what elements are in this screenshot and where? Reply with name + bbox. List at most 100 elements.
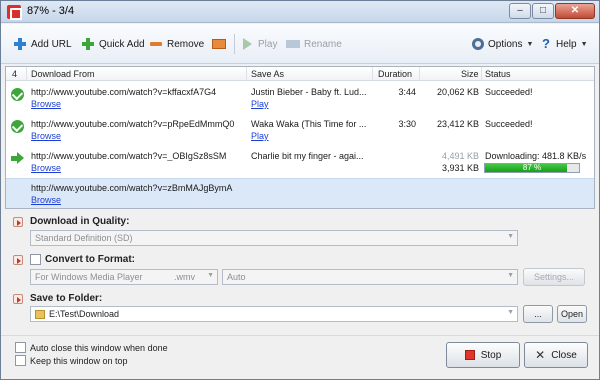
keep-on-top-checkbox[interactable]	[15, 355, 26, 366]
window-title: 87% - 3/4	[27, 5, 75, 17]
browse-link[interactable]: Browse	[31, 99, 61, 109]
column-divider	[246, 67, 247, 81]
success-check-icon	[11, 120, 24, 133]
close-button[interactable]: ✕ Close	[524, 342, 588, 368]
keep-on-top-label: Keep this window on top	[30, 356, 128, 366]
stop-square-icon	[212, 39, 226, 49]
save-as-name: Waka Waka (This Time for ...	[251, 119, 367, 129]
browse-link[interactable]: Browse	[31, 163, 61, 173]
status-text: Succeeded!	[485, 119, 533, 129]
quick-add-icon	[81, 37, 95, 51]
download-url: http://www.youtube.com/watch?v=pRpeEdMmm…	[31, 119, 235, 129]
format-preset-value: Auto	[227, 272, 246, 282]
options-label: Options	[488, 38, 523, 50]
column-duration[interactable]: Duration	[378, 69, 412, 79]
file-size: 23,412 KB	[436, 119, 479, 129]
folder-expander-icon[interactable]	[13, 294, 23, 304]
play-link[interactable]: Play	[251, 131, 269, 141]
progress-text: 87 %	[522, 163, 542, 172]
remove-button[interactable]: Remove	[149, 36, 204, 52]
play-button[interactable]: Play	[240, 36, 277, 52]
open-folder-button[interactable]: Open	[557, 305, 587, 323]
download-url: http://www.youtube.com/watch?v=_OBIgSz8s…	[31, 151, 227, 161]
help-icon: ?	[542, 36, 550, 51]
success-check-icon	[11, 88, 24, 101]
format-select[interactable]: For Windows Media Player .wmv ▼	[30, 269, 218, 285]
download-window: 87% - 3/4 – □ ✕ Add URL Quick Add Remove…	[0, 0, 600, 380]
stop-all-button[interactable]	[212, 36, 226, 52]
column-divider	[419, 67, 420, 81]
convert-checkbox[interactable]	[30, 254, 41, 265]
folder-icon	[35, 310, 45, 319]
remove-label: Remove	[167, 38, 205, 50]
options-menu-button[interactable]: Options ▼	[472, 36, 533, 52]
format-preset-select[interactable]: Auto ▼	[222, 269, 518, 285]
add-icon	[13, 37, 27, 51]
stop-icon	[464, 350, 475, 360]
stop-button[interactable]: Stop	[446, 342, 520, 368]
settings-button[interactable]: Settings...	[523, 268, 585, 286]
column-divider	[372, 67, 373, 81]
file-size-total: 4,491 KB	[441, 151, 479, 161]
list-item[interactable]: http://www.youtube.com/watch?v=kffacxfA7…	[6, 83, 594, 115]
chevron-down-icon: ▼	[507, 272, 514, 279]
column-count[interactable]: 4	[12, 69, 17, 79]
chevron-down-icon: ▼	[507, 309, 514, 316]
column-divider	[26, 67, 27, 81]
stop-label: Stop	[480, 349, 502, 361]
list-item[interactable]: http://www.youtube.com/watch?v=zBmMAJgBy…	[6, 178, 594, 208]
download-list: 4 Download From Save As Duration Size St…	[5, 66, 595, 209]
file-size: 20,062 KB	[436, 87, 479, 97]
remove-icon	[149, 37, 163, 51]
save-folder-path: E:\Test\Download	[49, 309, 120, 319]
format-extension: .wmv	[174, 272, 195, 282]
minimize-button[interactable]: –	[509, 3, 531, 19]
save-as-name: Charlie bit my finger - agai...	[251, 151, 364, 161]
help-menu-button[interactable]: ? Help ▼	[542, 36, 588, 52]
add-url-button[interactable]: Add URL	[13, 36, 72, 52]
browse-folder-button[interactable]: ...	[523, 305, 553, 323]
quick-add-button[interactable]: Quick Add	[81, 36, 145, 52]
chevron-down-icon: ▼	[580, 40, 588, 48]
close-window-button[interactable]: ✕	[555, 3, 595, 19]
quality-value: Standard Definition (SD)	[35, 233, 133, 243]
rename-icon	[286, 40, 300, 48]
quick-add-label: Quick Add	[99, 38, 145, 50]
chevron-down-icon: ▼	[526, 40, 534, 48]
quality-select[interactable]: Standard Definition (SD) ▼	[30, 230, 518, 246]
duration: 3:44	[398, 87, 416, 97]
app-logo-icon	[7, 5, 22, 20]
browse-link[interactable]: Browse	[31, 131, 61, 141]
auto-close-label: Auto close this window when done	[30, 343, 168, 353]
auto-close-checkbox[interactable]	[15, 342, 26, 353]
gear-icon	[472, 38, 484, 50]
browse-link[interactable]: Browse	[31, 195, 61, 205]
quality-label: Download in Quality:	[30, 216, 130, 227]
quality-expander-icon[interactable]	[13, 217, 23, 227]
column-status[interactable]: Status	[485, 69, 511, 79]
list-item[interactable]: http://www.youtube.com/watch?v=pRpeEdMmm…	[6, 115, 594, 147]
download-url: http://www.youtube.com/watch?v=zBmMAJgBy…	[31, 183, 233, 193]
toolbar: Add URL Quick Add Remove Play Rename Opt…	[1, 24, 599, 64]
play-icon	[240, 37, 254, 51]
toolbar-divider	[234, 34, 235, 54]
duration: 3:30	[398, 119, 416, 129]
save-folder-select[interactable]: E:\Test\Download ▼	[30, 306, 518, 322]
status-text: Downloading: 481.8 KB/s	[485, 151, 587, 161]
chevron-down-icon: ▼	[507, 233, 514, 240]
column-save-as[interactable]: Save As	[251, 69, 284, 79]
play-link[interactable]: Play	[251, 99, 269, 109]
column-download-from[interactable]: Download From	[31, 69, 95, 79]
chevron-down-icon: ▼	[207, 272, 214, 279]
close-icon: ✕	[535, 348, 546, 362]
title-bar: 87% - 3/4 – □ ✕	[1, 1, 599, 23]
rename-button[interactable]: Rename	[286, 36, 342, 52]
convert-expander-icon[interactable]	[13, 255, 23, 265]
column-size[interactable]: Size	[461, 69, 479, 79]
downloading-arrow-icon	[11, 152, 24, 165]
maximize-button[interactable]: □	[532, 3, 554, 19]
convert-label: Convert to Format:	[45, 254, 135, 265]
help-label: Help	[556, 38, 577, 50]
save-as-name: Justin Bieber - Baby ft. Lud...	[251, 87, 367, 97]
list-item[interactable]: http://www.youtube.com/watch?v=_OBIgSz8s…	[6, 147, 594, 179]
